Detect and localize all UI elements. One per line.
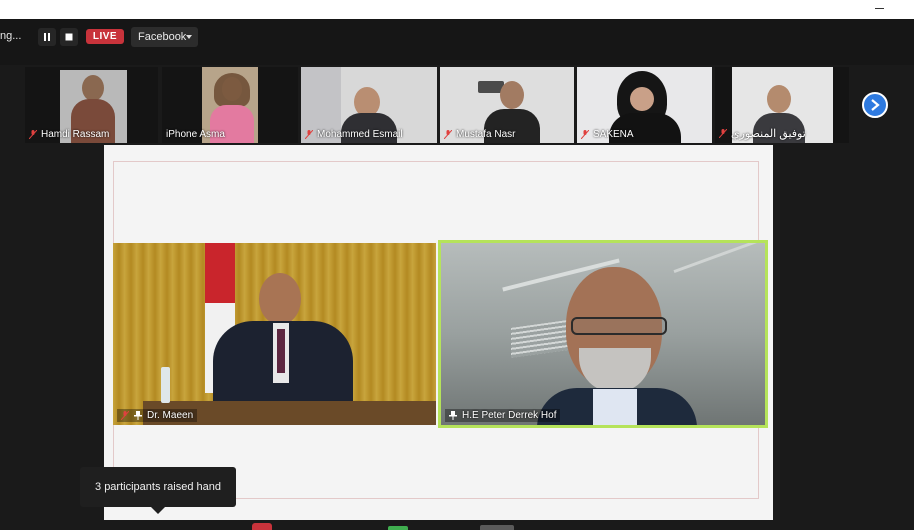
participant-tile[interactable]: iPhone Asma — [162, 67, 298, 143]
raised-hand-tooltip: 3 participants raised hand — [80, 467, 236, 514]
window-titlebar — [0, 0, 914, 19]
video-name-label: H.E Peter Derrek Hof — [462, 410, 557, 421]
bottom-control-bar — [0, 520, 914, 530]
minimize-icon[interactable] — [873, 2, 887, 14]
control-button[interactable] — [480, 525, 514, 530]
control-button[interactable] — [388, 526, 408, 530]
next-participants-button[interactable] — [862, 92, 888, 118]
video-name-label: Dr. Maeen — [147, 410, 194, 421]
mic-off-icon — [581, 130, 589, 139]
pin-icon — [134, 411, 142, 420]
chevron-right-icon — [871, 99, 880, 111]
stop-icon — [65, 33, 73, 41]
mic-off-icon — [305, 130, 313, 139]
live-badge: LIVE — [86, 29, 124, 44]
participant-name: Mustafa Nasr — [456, 129, 516, 140]
participant-name: Hamdi Rassam — [41, 129, 110, 140]
participant-tile[interactable]: توفيق المنصوري — [715, 67, 849, 143]
participant-tile[interactable]: SAKENA — [577, 67, 712, 143]
recording-status-text: ng... — [0, 30, 22, 42]
participant-name: Mohammed Esmail — [317, 129, 403, 140]
participant-tile[interactable]: Hamdi Rassam — [25, 67, 158, 143]
participant-name: SAKENA — [593, 129, 634, 140]
mic-off-icon — [121, 411, 129, 420]
video-tile-peter-derrek-hof[interactable]: H.E Peter Derrek Hof — [438, 240, 768, 428]
video-tile-dr-maeen[interactable]: Dr. Maeen — [113, 243, 436, 425]
pause-icon — [44, 33, 50, 41]
participant-name: iPhone Asma — [166, 129, 225, 140]
participant-tile[interactable]: Mustafa Nasr — [440, 67, 574, 143]
participants-badge[interactable] — [252, 523, 272, 530]
mic-off-icon — [29, 130, 37, 139]
participant-name: توفيق المنصوري — [731, 128, 806, 140]
tooltip-text: 3 participants raised hand — [95, 481, 221, 493]
chevron-down-icon — [186, 35, 192, 39]
mic-off-icon — [719, 129, 727, 138]
participant-tile[interactable]: Mohammed Esmail — [301, 67, 437, 143]
stream-target-dropdown[interactable]: Facebook — [131, 27, 198, 47]
stream-target-label: Facebook — [138, 31, 187, 43]
stop-button[interactable] — [60, 28, 78, 46]
pin-icon — [449, 411, 457, 420]
mic-off-icon — [444, 130, 452, 139]
pause-button[interactable] — [38, 28, 56, 46]
